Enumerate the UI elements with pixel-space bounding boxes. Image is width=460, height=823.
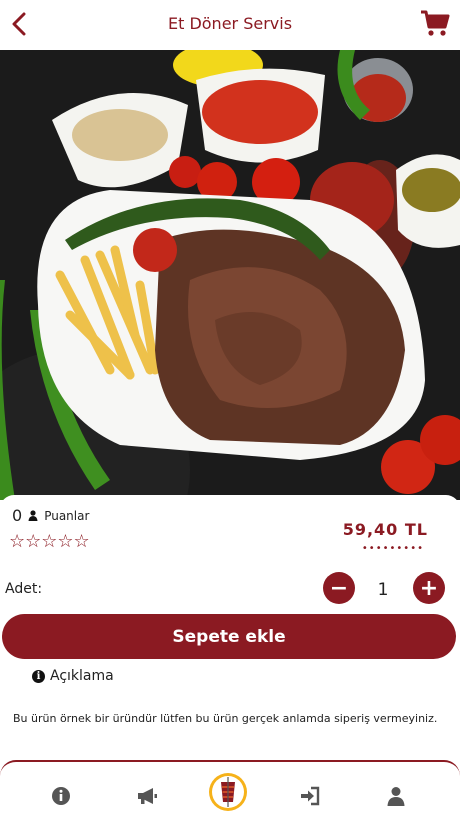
rating-stars[interactable]: ☆☆☆☆☆ bbox=[9, 531, 90, 552]
tab-login[interactable] bbox=[298, 784, 322, 808]
decrease-quantity-button[interactable]: − bbox=[323, 572, 355, 604]
info-icon bbox=[52, 787, 70, 805]
login-icon bbox=[301, 786, 320, 806]
price-underline-dots: ••••••••• bbox=[361, 543, 424, 554]
tab-announcements[interactable] bbox=[135, 784, 159, 808]
points-value: 0 bbox=[12, 506, 23, 525]
description-heading-label: Açıklama bbox=[50, 668, 114, 684]
cart-button[interactable] bbox=[420, 8, 450, 38]
user-icon bbox=[28, 510, 38, 521]
quantity-value: 1 bbox=[377, 580, 389, 600]
brand-logo-button[interactable] bbox=[208, 772, 248, 812]
megaphone-icon bbox=[138, 788, 157, 804]
tab-info[interactable] bbox=[49, 784, 73, 808]
doner-logo-icon bbox=[209, 773, 247, 811]
product-image bbox=[0, 50, 460, 500]
tab-profile[interactable] bbox=[384, 784, 408, 808]
add-to-cart-button[interactable]: Sepete ekle bbox=[2, 614, 456, 659]
minus-icon: − bbox=[329, 575, 349, 601]
plus-icon: + bbox=[419, 575, 439, 601]
product-price: 59,40 TL bbox=[342, 520, 428, 539]
info-icon: i bbox=[32, 669, 45, 683]
description-heading: i Açıklama bbox=[32, 668, 114, 684]
page-title: Et Döner Servis bbox=[167, 14, 293, 33]
app-header: Et Döner Servis bbox=[0, 0, 460, 50]
shopping-cart-icon bbox=[421, 10, 450, 36]
increase-quantity-button[interactable]: + bbox=[413, 572, 445, 604]
points-label: Puanlar bbox=[44, 508, 90, 523]
user-icon bbox=[387, 787, 405, 806]
description-text: Bu ürün örnek bir üründür lütfen bu ürün… bbox=[13, 712, 438, 725]
points-row: 0 Puanlar bbox=[12, 506, 89, 525]
quantity-label: Adet: bbox=[5, 581, 43, 597]
